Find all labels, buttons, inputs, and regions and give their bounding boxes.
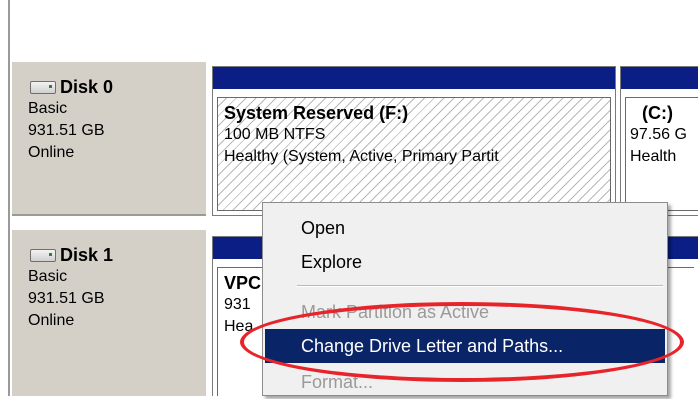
context-menu: Open Explore Mark Partition as Active Ch… xyxy=(262,202,668,396)
volume-system-reserved-body: System Reserved (F:) 100 MB NTFS Healthy… xyxy=(217,97,611,211)
disk-1-label[interactable]: Disk 1 Basic 931.51 GB Online xyxy=(12,228,206,396)
toolbar-area xyxy=(0,0,698,38)
disk-0-status: Online xyxy=(28,144,75,161)
volume-c[interactable]: (C:) 97.56 G Health xyxy=(620,66,698,216)
menu-item-mark-partition-active[interactable]: Mark Partition as Active xyxy=(265,295,665,329)
disk-0-type: Basic xyxy=(28,100,68,117)
menu-item-format[interactable]: Format... xyxy=(265,365,665,399)
disk-icon xyxy=(30,80,56,94)
volume-status: Health xyxy=(630,148,677,165)
disk-1-name: Disk 1 xyxy=(60,245,114,265)
volume-name: (C:) xyxy=(642,103,673,123)
volume-c-body: (C:) 97.56 G Health xyxy=(625,97,698,211)
volume-name: System Reserved (F:) xyxy=(224,103,409,123)
disk-1-type: Basic xyxy=(28,268,68,285)
disk-0-name: Disk 0 xyxy=(60,77,114,97)
disk-1-status: Online xyxy=(28,312,75,329)
menu-item-explore[interactable]: Explore xyxy=(265,245,665,279)
volume-header-bar xyxy=(621,67,698,89)
volume-system-reserved[interactable]: System Reserved (F:) 100 MB NTFS Healthy… xyxy=(212,66,616,216)
disk-icon xyxy=(30,248,56,262)
volume-size: 97.56 G xyxy=(630,126,687,143)
disk-0-label[interactable]: Disk 0 Basic 931.51 GB Online xyxy=(12,60,206,216)
menu-separator xyxy=(297,285,663,287)
volume-status: Healthy (System, Active, Primary Partit xyxy=(224,148,499,165)
volume-header-bar xyxy=(213,67,615,89)
disk-0-size: 931.51 GB xyxy=(28,122,105,139)
volume-size: 100 MB NTFS xyxy=(224,126,326,143)
disk-0-title: Disk 0 xyxy=(28,76,206,98)
menu-item-open[interactable]: Open xyxy=(265,211,665,245)
disk-1-size: 931.51 GB xyxy=(28,290,105,307)
disk-1-title: Disk 1 xyxy=(28,244,206,266)
menu-item-change-drive-letter[interactable]: Change Drive Letter and Paths... xyxy=(265,329,665,363)
